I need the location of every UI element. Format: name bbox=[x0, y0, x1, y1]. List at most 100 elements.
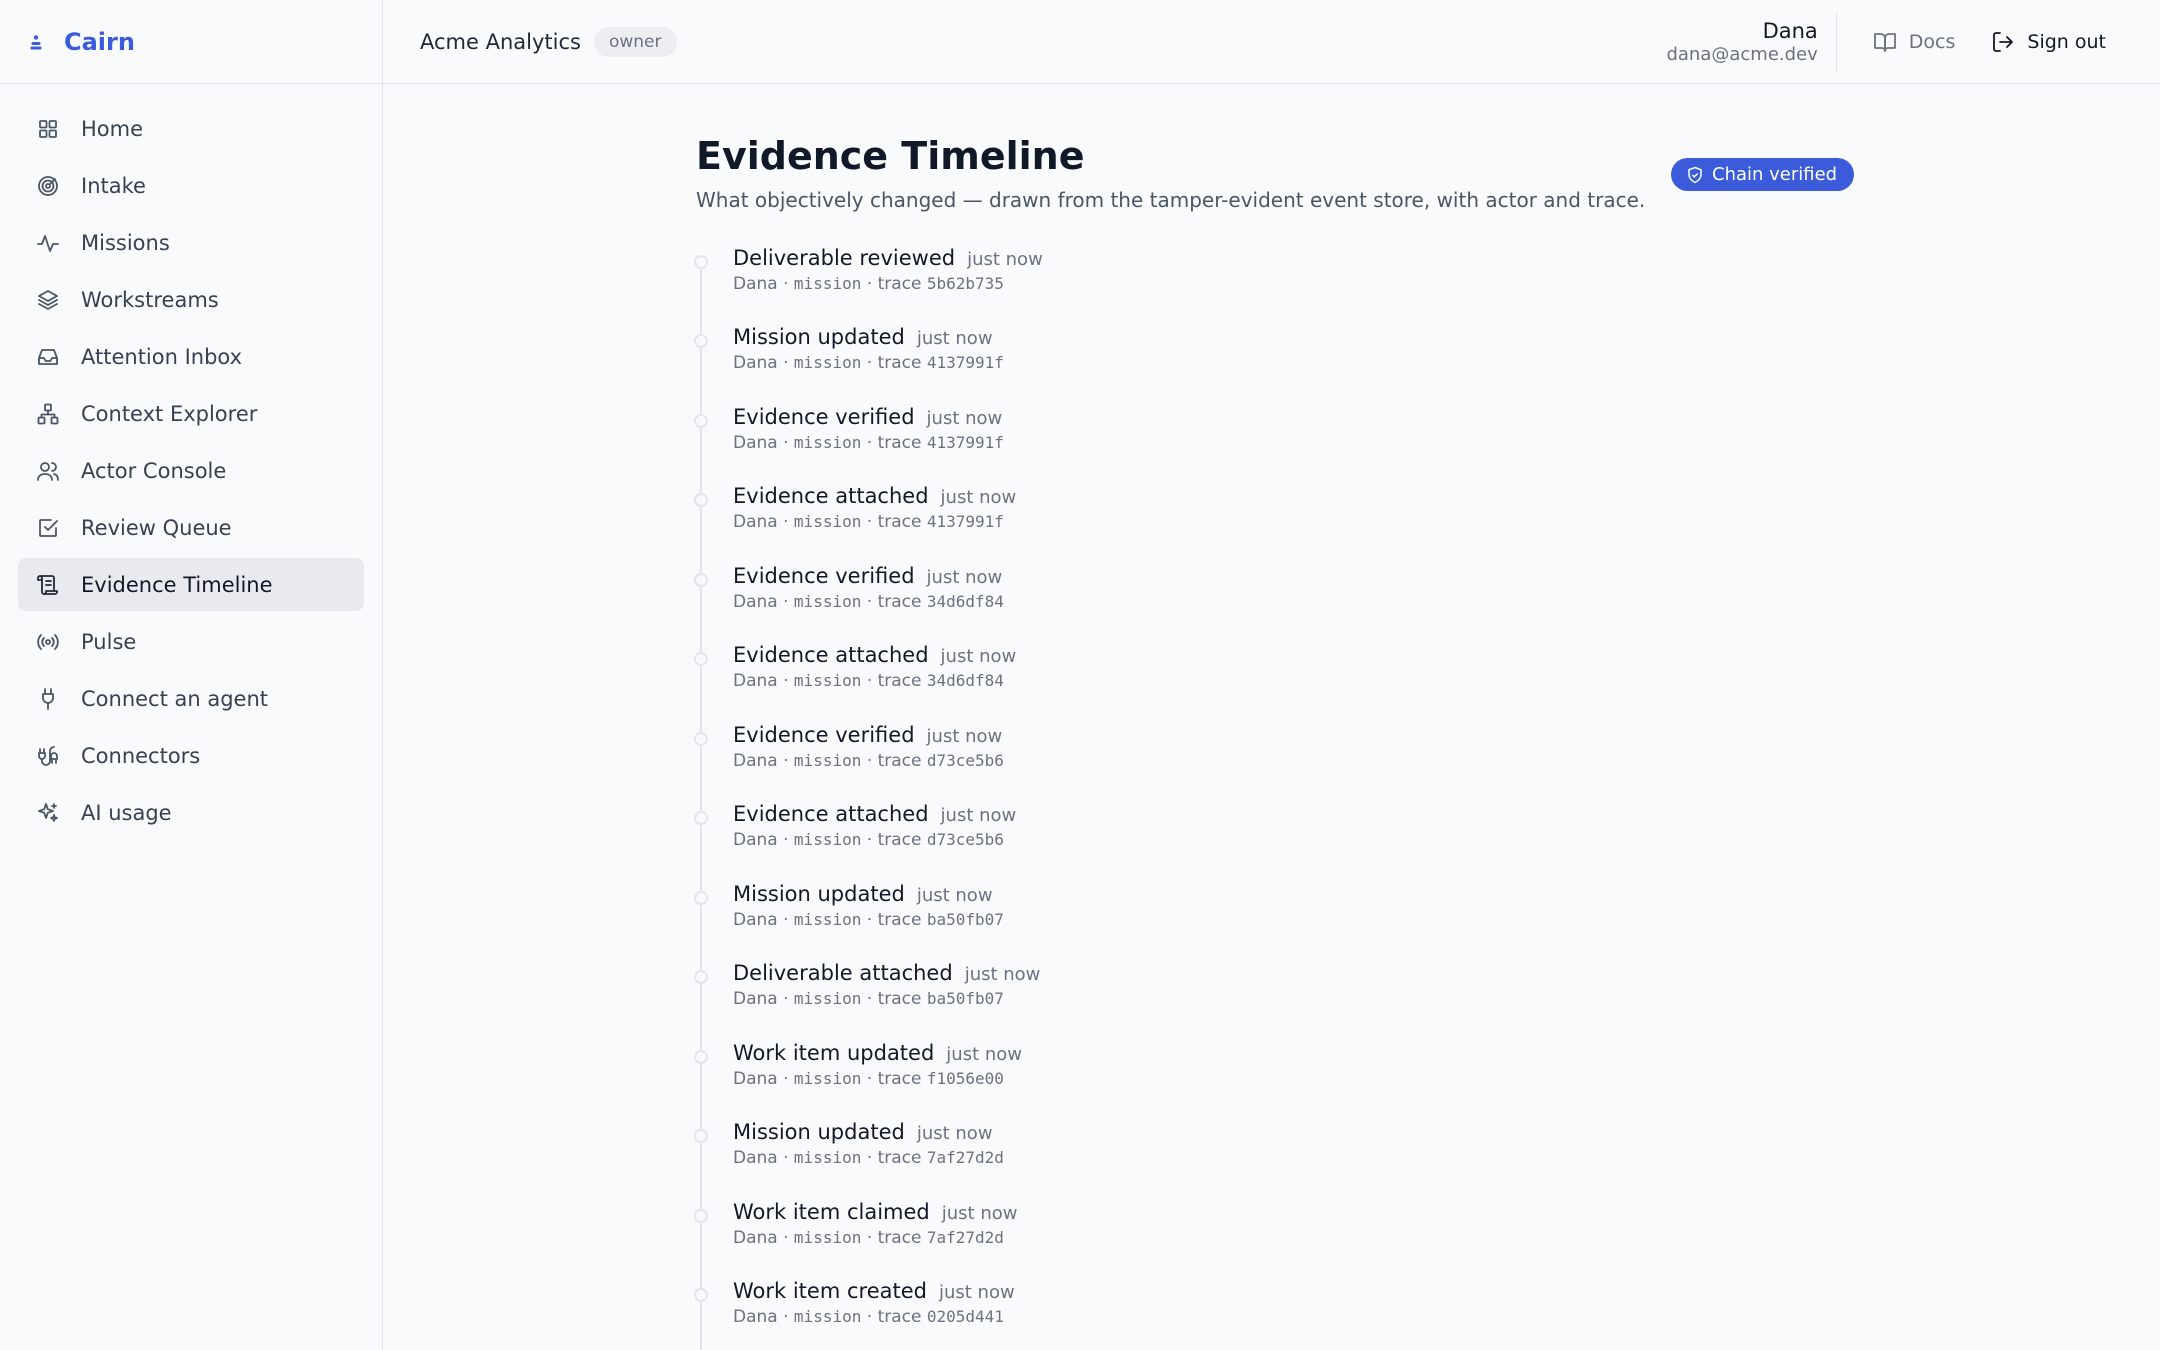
event-title: Mission updated bbox=[733, 881, 905, 906]
timeline-event[interactable]: Deliverable attached just now Dana · missi… bbox=[694, 961, 1856, 1041]
timeline-dot bbox=[694, 1208, 708, 1223]
sidebar-item-context-explorer[interactable]: Context Explorer bbox=[18, 387, 364, 440]
event-trace-id[interactable]: 34d6df84 bbox=[927, 592, 1004, 611]
event-trace-id[interactable]: 4137991f bbox=[927, 433, 1004, 452]
sidebar-item-ai-usage[interactable]: AI usage bbox=[18, 786, 364, 839]
event-actor: Dana bbox=[733, 830, 778, 851]
timeline-dot bbox=[694, 413, 708, 428]
event-trace-id[interactable]: 7af27d2d bbox=[927, 1228, 1004, 1247]
top-right-actions: Dana dana@acme.dev Docs Sign out bbox=[1666, 0, 2106, 84]
grid-icon bbox=[36, 117, 60, 141]
timeline-event[interactable]: Deliverable reviewed just now Dana · missi… bbox=[694, 245, 1856, 326]
timeline-dot bbox=[694, 970, 708, 985]
event-trace-id[interactable]: f1056e00 bbox=[927, 1069, 1004, 1088]
sidebar-item-evidence-timeline[interactable]: Evidence Timeline bbox=[18, 558, 364, 611]
event-actor: Dana bbox=[733, 1227, 778, 1248]
timeline-dot bbox=[694, 572, 708, 587]
layers-icon bbox=[36, 288, 60, 312]
docs-link[interactable]: Docs bbox=[1873, 30, 1956, 54]
separator: · bbox=[861, 432, 878, 453]
event-title: Mission updated bbox=[733, 325, 905, 350]
chain-badge-label: Chain verified bbox=[1712, 164, 1838, 185]
timeline-event[interactable]: Work item created just now Dana · mission … bbox=[694, 1279, 1856, 1350]
event-title: Evidence verified bbox=[733, 563, 915, 588]
separator: · bbox=[861, 671, 878, 692]
sidebar-item-intake[interactable]: Intake bbox=[18, 159, 364, 212]
separator: · bbox=[861, 1227, 878, 1248]
event-trace-id[interactable]: 4137991f bbox=[927, 512, 1004, 531]
timeline-event[interactable]: Evidence verified just now Dana · mission … bbox=[694, 405, 1856, 485]
brand[interactable]: Cairn bbox=[0, 0, 382, 84]
sidebar-item-label: Evidence Timeline bbox=[81, 572, 273, 597]
event-kind: mission bbox=[793, 1307, 862, 1327]
role-badge: owner bbox=[593, 26, 677, 57]
event-actor: Dana bbox=[733, 671, 778, 692]
event-kind: mission bbox=[793, 273, 862, 293]
event-time: just now bbox=[926, 725, 1003, 747]
separator: · bbox=[861, 750, 878, 771]
event-timeline: Deliverable reviewed just now Dana · missi… bbox=[694, 245, 1856, 1350]
event-trace-label: trace bbox=[877, 432, 922, 453]
separator: · bbox=[861, 909, 878, 930]
event-trace-label: trace bbox=[877, 1148, 922, 1169]
event-title: Evidence verified bbox=[733, 722, 915, 747]
timeline-event[interactable]: Mission updated just now Dana · mission · … bbox=[694, 325, 1856, 405]
separator: · bbox=[777, 273, 794, 294]
event-actor: Dana bbox=[733, 432, 778, 453]
sidebar-item-actor-console[interactable]: Actor Console bbox=[18, 444, 364, 497]
event-trace-id[interactable]: 0205d441 bbox=[927, 1307, 1004, 1326]
event-kind: mission bbox=[793, 512, 862, 532]
timeline-event[interactable]: Evidence verified just now Dana · mission … bbox=[694, 722, 1856, 803]
sidebar-item-connectors[interactable]: Connectors bbox=[18, 729, 364, 782]
sidebar-item-label: AI usage bbox=[81, 800, 172, 825]
timeline-event[interactable]: Evidence verified just now Dana · mission … bbox=[694, 563, 1856, 644]
sidebar: Cairn Home Intake Missions Workstreams A… bbox=[0, 0, 383, 1350]
timeline-event[interactable]: Mission updated just now Dana · mission · … bbox=[694, 1120, 1856, 1200]
sidebar-nav: Home Intake Missions Workstreams Attenti… bbox=[0, 84, 382, 839]
sidebar-item-review-queue[interactable]: Review Queue bbox=[18, 501, 364, 554]
event-trace-id[interactable]: d73ce5b6 bbox=[927, 751, 1004, 770]
timeline-event[interactable]: Work item updated just now Dana · mission … bbox=[694, 1040, 1856, 1121]
scroll-icon bbox=[36, 573, 60, 597]
separator: · bbox=[777, 1307, 794, 1328]
event-actor: Dana bbox=[733, 909, 778, 930]
sidebar-item-missions[interactable]: Missions bbox=[18, 216, 364, 269]
event-time: just now bbox=[926, 407, 1003, 429]
event-trace-id[interactable]: d73ce5b6 bbox=[927, 830, 1004, 849]
event-title: Evidence attached bbox=[733, 802, 929, 827]
org-name[interactable]: Acme Analytics bbox=[420, 30, 581, 54]
event-trace-label: trace bbox=[877, 353, 922, 374]
event-title: Mission updated bbox=[733, 1120, 905, 1145]
event-title: Deliverable reviewed bbox=[733, 245, 956, 270]
chain-verified-badge: Chain verified bbox=[1671, 158, 1855, 191]
docs-label: Docs bbox=[1908, 31, 1956, 53]
timeline-event[interactable]: Work item claimed just now Dana · mission … bbox=[694, 1200, 1856, 1280]
timeline-event[interactable]: Mission updated just now Dana · mission · … bbox=[694, 881, 1856, 962]
sidebar-item-label: Pulse bbox=[81, 629, 137, 654]
event-trace-id[interactable]: 5b62b735 bbox=[927, 274, 1004, 293]
event-trace-id[interactable]: 34d6df84 bbox=[927, 671, 1004, 690]
event-trace-label: trace bbox=[877, 671, 922, 692]
event-title: Work item updated bbox=[733, 1040, 935, 1065]
event-trace-id[interactable]: ba50fb07 bbox=[927, 989, 1004, 1008]
users-icon bbox=[36, 459, 60, 483]
sidebar-item-home[interactable]: Home bbox=[18, 102, 364, 155]
sidebar-item-pulse[interactable]: Pulse bbox=[18, 615, 364, 668]
sidebar-item-workstreams[interactable]: Workstreams bbox=[18, 273, 364, 326]
sign-out-button[interactable]: Sign out bbox=[1991, 30, 2106, 54]
event-title: Work item created bbox=[733, 1279, 927, 1304]
timeline-event[interactable]: Evidence attached just now Dana · mission … bbox=[694, 484, 1856, 564]
sidebar-item-connect-an-agent[interactable]: Connect an agent bbox=[18, 672, 364, 725]
timeline-dot bbox=[694, 254, 708, 269]
timeline-event[interactable]: Evidence attached just now Dana · mission … bbox=[694, 643, 1856, 723]
event-actor: Dana bbox=[733, 512, 778, 533]
separator: · bbox=[777, 353, 794, 374]
event-trace-id[interactable]: 7af27d2d bbox=[927, 1148, 1004, 1167]
sidebar-item-attention-inbox[interactable]: Attention Inbox bbox=[18, 330, 364, 383]
event-trace-id[interactable]: 4137991f bbox=[927, 353, 1004, 372]
sidebar-item-label: Attention Inbox bbox=[81, 344, 243, 369]
top-bar: Acme Analytics owner Dana dana@acme.dev … bbox=[383, 0, 2160, 84]
plug-icon bbox=[36, 687, 60, 711]
timeline-event[interactable]: Evidence attached just now Dana · mission … bbox=[694, 802, 1856, 882]
event-trace-id[interactable]: ba50fb07 bbox=[927, 910, 1004, 929]
